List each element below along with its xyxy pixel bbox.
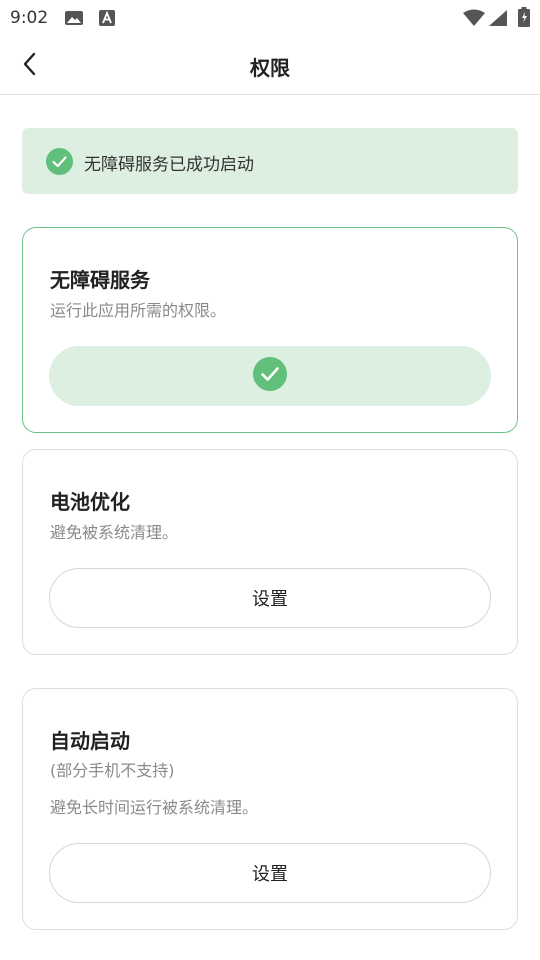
card-note: (部分手机不支持) bbox=[50, 761, 175, 780]
image-notification-icon bbox=[64, 9, 84, 31]
card-description: 避免长时间运行被系统清理。 bbox=[50, 798, 259, 817]
accessibility-service-card: 无障碍服务 运行此应用所需的权限。 bbox=[22, 227, 518, 433]
card-description: 运行此应用所需的权限。 bbox=[50, 301, 227, 320]
app-bar: 权限 bbox=[0, 36, 540, 95]
status-bar: 9:02 bbox=[0, 0, 540, 36]
auto-start-settings-button[interactable]: 设置 bbox=[49, 843, 491, 903]
check-circle-icon bbox=[253, 357, 287, 395]
status-time: 9:02 bbox=[10, 8, 49, 28]
card-description: 避免被系统清理。 bbox=[50, 523, 179, 542]
card-title: 电池优化 bbox=[50, 490, 130, 514]
cellular-signal-icon bbox=[488, 9, 508, 31]
check-circle-icon bbox=[46, 148, 73, 179]
battery-icon bbox=[518, 7, 530, 31]
page-title: 权限 bbox=[250, 56, 290, 80]
font-notification-icon bbox=[98, 9, 116, 31]
wifi-icon bbox=[462, 9, 486, 31]
banner-text: 无障碍服务已成功启动 bbox=[84, 155, 254, 175]
card-title: 无障碍服务 bbox=[50, 268, 150, 292]
card-title: 自动启动 bbox=[50, 729, 130, 753]
success-banner: 无障碍服务已成功启动 bbox=[22, 128, 518, 194]
auto-start-card: 自动启动 (部分手机不支持) 避免长时间运行被系统清理。 设置 bbox=[22, 688, 518, 930]
accessibility-enabled-indicator bbox=[49, 346, 491, 406]
battery-settings-button[interactable]: 设置 bbox=[49, 568, 491, 628]
battery-optimization-card: 电池优化 避免被系统清理。 设置 bbox=[22, 449, 518, 655]
